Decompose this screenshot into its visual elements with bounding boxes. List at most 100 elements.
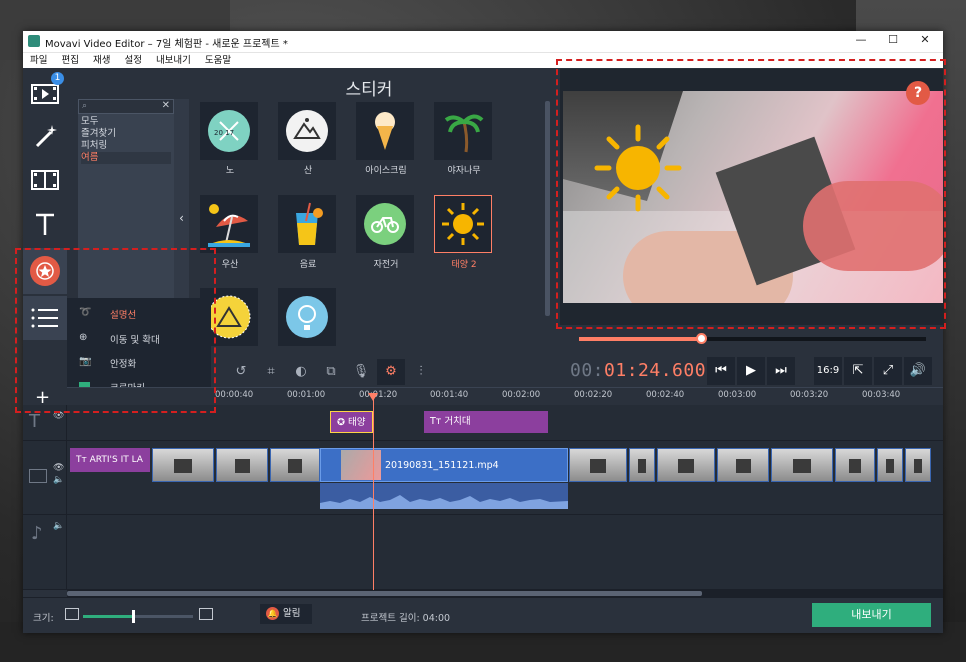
menu-export[interactable]: 내보내기 [149,53,198,68]
notifications-button[interactable]: 🔔 알림 [260,604,312,624]
clear-search-icon[interactable]: ✕ [162,100,170,111]
clip-properties-button[interactable]: ⚙ [377,359,405,385]
collapse-panel-button[interactable]: ‹ [174,211,189,231]
volume-button[interactable]: 🔊 [904,357,932,385]
audio-properties-button[interactable]: ⫶ [407,359,435,385]
undo-icon: ↺ [235,364,247,379]
contrast-icon: ◐ [295,364,307,379]
zoom-fill [83,615,134,618]
category-summer[interactable]: 여름 [81,152,171,164]
video-thumbnail[interactable] [152,448,214,482]
video-thumbnail[interactable] [629,448,655,482]
progress-knob[interactable] [695,333,707,344]
zoom-label: 크기: [33,613,54,624]
skip-back-icon: ⏮ [715,363,727,378]
menu-play[interactable]: 재생 [86,53,117,68]
equalizer-icon: ⫶ [419,364,423,379]
volume-icon[interactable]: 🔈 [53,475,64,485]
video-thumbnail[interactable] [569,448,627,482]
volume-icon[interactable]: 🔈 [53,521,64,531]
filters-button[interactable] [23,114,67,158]
play-icon: ▶ [746,363,756,378]
sticker-clip[interactable]: ✪ 태양 [330,411,373,433]
close-button[interactable]: ✕ [910,33,940,50]
category-favorites[interactable]: 즐겨찾기 [81,128,171,140]
titles-button[interactable] [23,202,67,246]
video-thumbnail[interactable] [270,448,320,482]
palm-tree-icon [444,114,484,153]
sticker-bicycle[interactable] [356,195,414,253]
category-all[interactable]: 모두 [81,116,171,128]
play-button[interactable]: ▶ [737,357,765,385]
video-thumbnail[interactable] [835,448,875,482]
sticker-balloon[interactable] [278,288,336,346]
sticker-scrollbar[interactable] [545,101,550,316]
timecode: 00:01:24.600 [570,360,707,381]
minimize-button[interactable]: — [846,33,876,50]
menu-edit[interactable]: 편집 [54,53,85,68]
transitions-button[interactable] [23,158,67,202]
bicycle-icon [364,203,406,245]
video-thumbnail[interactable] [717,448,769,482]
text-icon: Tт [430,416,445,427]
zoom-slider[interactable] [83,610,193,623]
menu-settings[interactable]: 설정 [117,53,148,68]
transitions-icon [31,170,59,190]
playback-progress[interactable] [579,333,926,344]
audio-waveform[interactable] [320,483,568,509]
video-thumbnail[interactable] [216,448,268,482]
maximize-button[interactable]: ☐ [878,33,908,50]
visibility-icon[interactable]: 👁 [53,463,64,473]
sticker-palm-tree[interactable] [434,102,492,160]
sticker-label: 음료 [299,260,317,270]
progress-fill [579,337,702,341]
video-thumbnail[interactable] [877,448,903,482]
zoom-in-icon[interactable] [199,608,213,620]
split-frame-icon: ⧉ [326,364,336,379]
zoom-out-icon[interactable] [65,608,79,620]
sticker-mountain[interactable] [278,102,336,160]
text-clip[interactable]: Tт ARTI'S IT LA [70,448,150,472]
category-featured[interactable]: 피처링 [81,140,171,152]
video-thumbnail[interactable] [771,448,833,482]
sticker-sun-2[interactable] [434,195,492,253]
transition-wizard-button[interactable]: ⧉ [317,359,345,385]
selected-video-clip[interactable]: 20190831_151121.mp4 [320,448,568,482]
video-thumbnail[interactable] [657,448,715,482]
menu-help[interactable]: 도움말 [198,53,238,68]
scroll-thumb[interactable] [67,591,702,596]
sticker-oars[interactable]: 20 17 [200,102,258,160]
window-title: Movavi Video Editor – 7일 체험판 - 새로운 프로젝트 … [45,39,288,50]
timeline-scrollbar[interactable] [67,590,943,597]
sticker-label: 노 [225,166,235,176]
export-button[interactable]: 내보내기 [812,603,931,627]
previous-button[interactable]: ⏮ [707,357,735,385]
sticker-drink[interactable] [278,195,336,253]
skip-forward-icon: ⏭ [775,363,787,378]
fullscreen-button[interactable]: ⤢ [874,357,902,385]
video-thumbnail[interactable] [905,448,931,482]
sticker-label-selected: 태양 2 [451,260,477,270]
menu-file[interactable]: 파일 [23,53,54,68]
zoom-knob[interactable] [131,610,135,623]
color-adjust-button[interactable]: ◐ [287,359,315,385]
music-track: ♪ 🔈 [23,515,943,590]
aspect-ratio-button[interactable]: 16:9 [814,357,842,385]
sticker-ice-cream[interactable] [356,102,414,160]
sticker-label: 아이스크림 [365,166,407,176]
fullscreen-icon: ⤢ [882,363,894,378]
bell-icon: 🔔 [266,607,279,620]
sticker-beach-umbrella[interactable] [200,195,258,253]
crop-button[interactable]: ⌗ [257,359,285,385]
sticker-panel-title: 스티커 [345,80,393,100]
oars-badge-year: 20 17 [214,129,234,137]
popout-button[interactable]: ⇱ [844,357,872,385]
playhead[interactable] [368,393,378,590]
next-button[interactable]: ⏭ [767,357,795,385]
title-clip[interactable]: Tт 거치대 [424,411,548,433]
import-button[interactable]: 1 [23,70,67,114]
app-icon [28,35,40,47]
category-search[interactable]: ⌕ ✕ [78,99,174,114]
undo-button[interactable]: ↺ [227,359,255,385]
record-audio-button[interactable]: 🎙 [347,359,375,385]
